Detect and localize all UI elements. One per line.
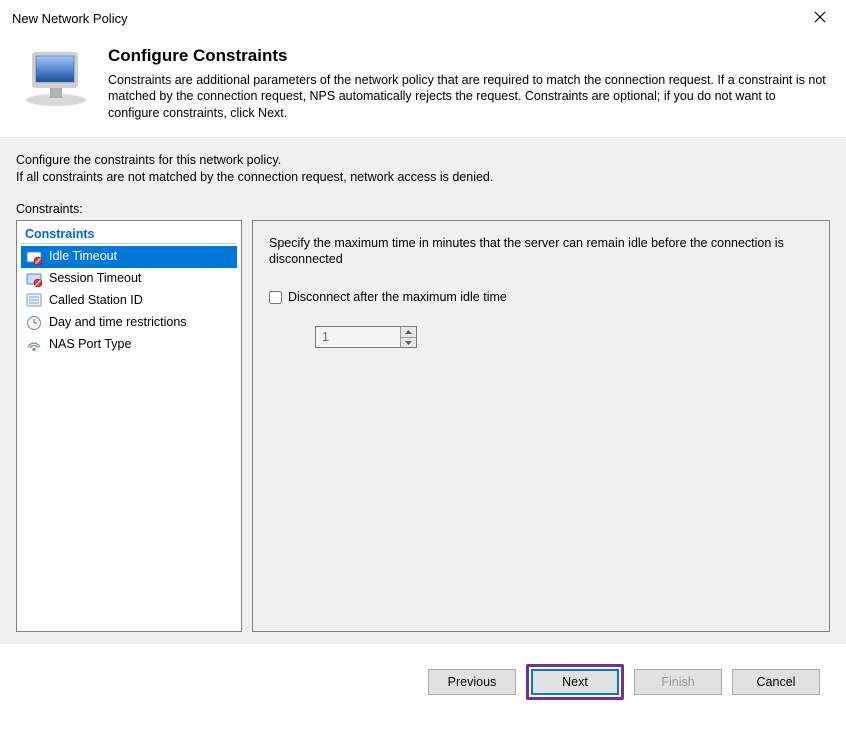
detail-description: Specify the maximum time in minutes that… bbox=[269, 235, 813, 269]
day-time-icon bbox=[25, 315, 43, 331]
chevron-down-icon bbox=[405, 341, 412, 345]
spinner-down-button[interactable] bbox=[401, 338, 416, 348]
tree-item-label: Idle Timeout bbox=[49, 249, 233, 265]
session-timeout-icon bbox=[25, 271, 43, 287]
next-button-highlight: Next bbox=[526, 664, 624, 700]
chevron-up-icon bbox=[405, 330, 412, 334]
tree-item-label: Called Station ID bbox=[49, 293, 233, 309]
close-icon bbox=[814, 11, 826, 23]
footer-buttons: Previous Next Finish Cancel bbox=[0, 644, 846, 700]
disconnect-checkbox[interactable] bbox=[269, 291, 282, 304]
tree-item-idle-timeout[interactable]: Idle Timeout bbox=[21, 246, 237, 268]
page-description: Constraints are additional parameters of… bbox=[108, 72, 828, 121]
constraints-label: Constraints: bbox=[16, 202, 830, 216]
header-text: Configure Constraints Constraints are ad… bbox=[94, 46, 828, 121]
detail-panel: Specify the maximum time in minutes that… bbox=[252, 220, 830, 632]
disconnect-checkbox-row: Disconnect after the maximum idle time bbox=[269, 290, 813, 304]
body-intro: Configure the constraints for this netwo… bbox=[16, 152, 830, 186]
finish-button: Finish bbox=[634, 669, 722, 695]
previous-button[interactable]: Previous bbox=[428, 669, 516, 695]
tree-item-called-station-id[interactable]: Called Station ID bbox=[21, 290, 237, 312]
idle-timeout-icon bbox=[25, 249, 43, 265]
tree-item-label: Day and time restrictions bbox=[49, 315, 233, 331]
body-region: Configure the constraints for this netwo… bbox=[0, 137, 846, 644]
intro-line-2: If all constraints are not matched by th… bbox=[16, 170, 493, 184]
panels: Constraints Idle Timeout bbox=[16, 220, 830, 632]
idle-minutes-spinner bbox=[315, 326, 417, 348]
page-title: Configure Constraints bbox=[108, 46, 828, 66]
close-button[interactable] bbox=[806, 11, 834, 26]
next-button[interactable]: Next bbox=[531, 669, 619, 695]
spinner-buttons bbox=[400, 327, 416, 347]
disconnect-checkbox-label[interactable]: Disconnect after the maximum idle time bbox=[288, 290, 507, 304]
tree-item-day-time-restrictions[interactable]: Day and time restrictions bbox=[21, 312, 237, 334]
idle-minutes-input[interactable] bbox=[316, 327, 400, 347]
tree-item-session-timeout[interactable]: Session Timeout bbox=[21, 268, 237, 290]
idle-minutes-spinner-wrap bbox=[315, 326, 813, 348]
constraints-tree: Constraints Idle Timeout bbox=[16, 220, 242, 632]
spinner-up-button[interactable] bbox=[401, 327, 416, 338]
tree-item-label: NAS Port Type bbox=[49, 337, 233, 353]
called-station-icon bbox=[25, 293, 43, 309]
header-region: Configure Constraints Constraints are ad… bbox=[0, 34, 846, 137]
tree-item-label: Session Timeout bbox=[49, 271, 233, 287]
wizard-monitor-icon bbox=[18, 46, 94, 110]
tree-item-nas-port-type[interactable]: NAS Port Type bbox=[21, 334, 237, 356]
tree-header: Constraints bbox=[21, 224, 237, 244]
titlebar: New Network Policy bbox=[0, 0, 846, 34]
nas-port-icon bbox=[25, 337, 43, 353]
window-title: New Network Policy bbox=[12, 11, 128, 26]
cancel-button[interactable]: Cancel bbox=[732, 669, 820, 695]
intro-line-1: Configure the constraints for this netwo… bbox=[16, 153, 281, 167]
